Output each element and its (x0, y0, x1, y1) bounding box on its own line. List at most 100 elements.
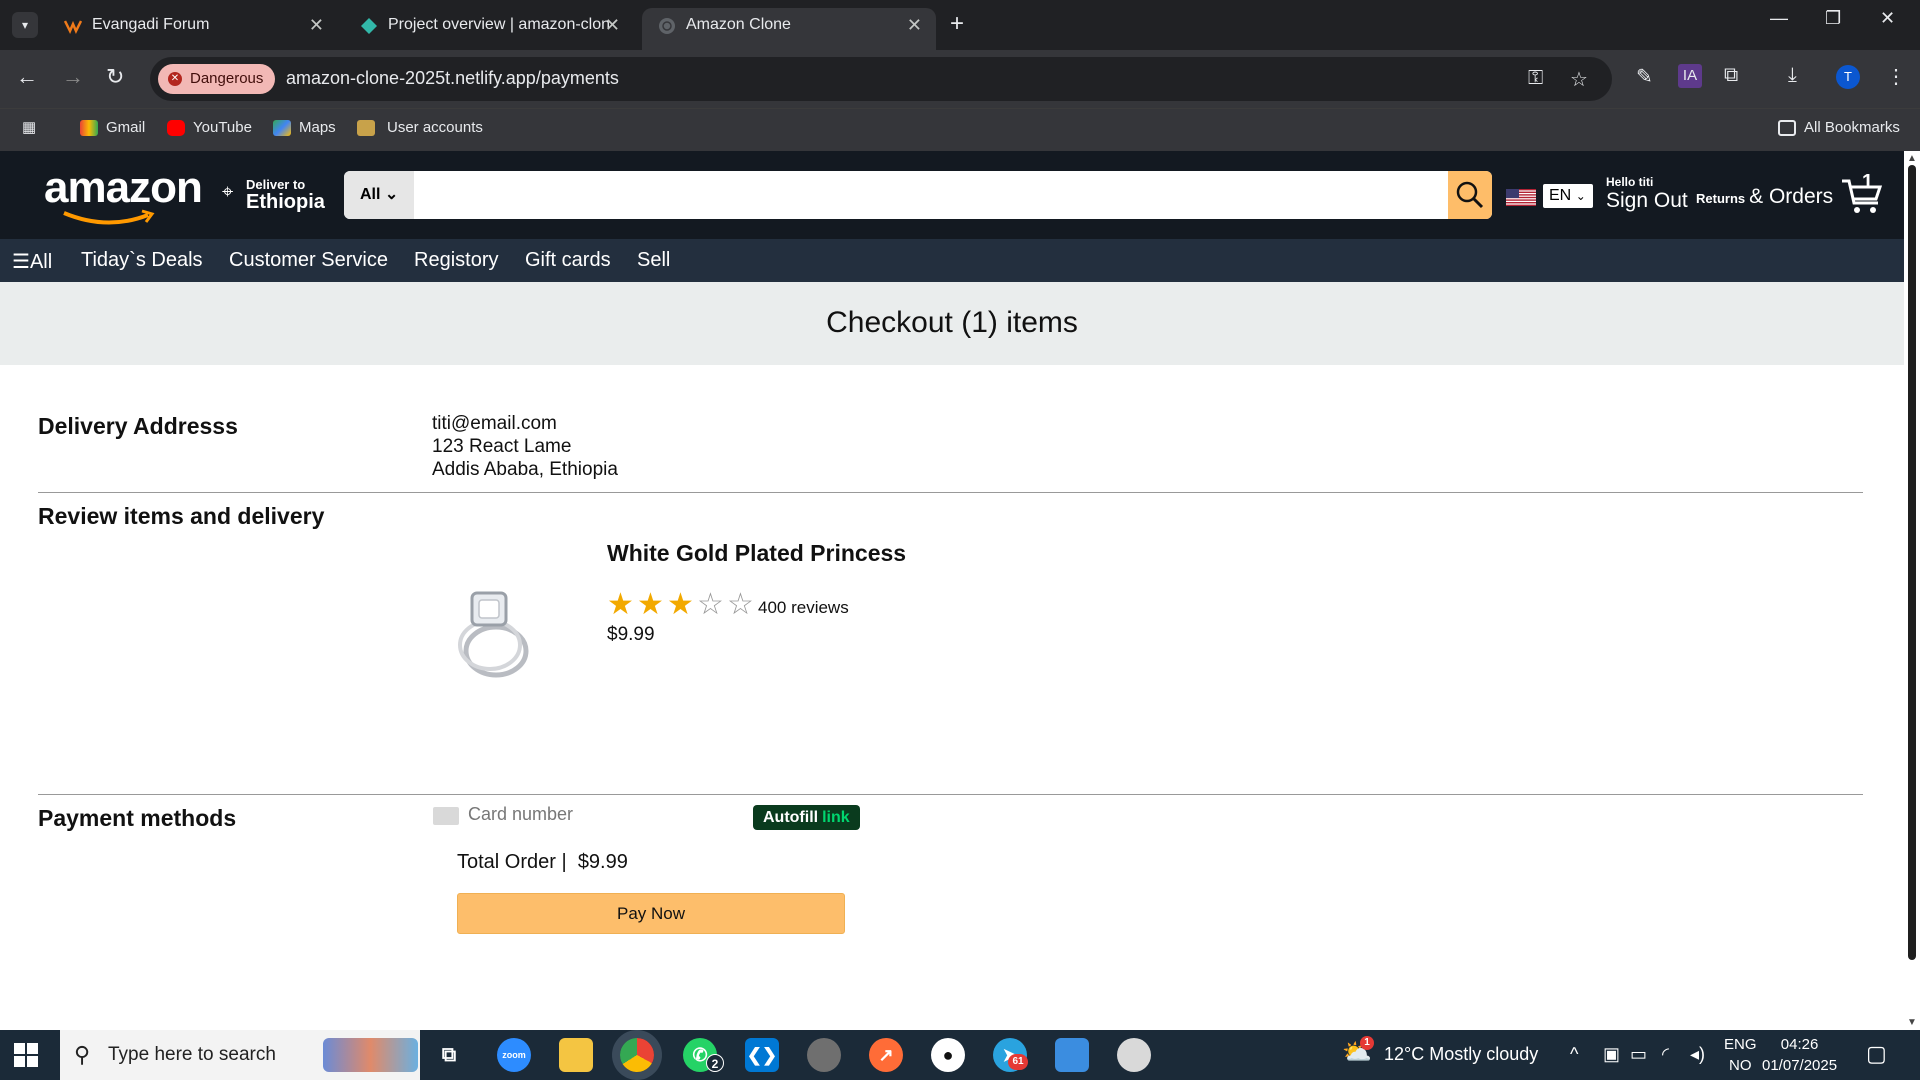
nav-todays-deals[interactable]: Tiday`s Deals (81, 249, 203, 272)
eyedropper-icon[interactable]: ✎ (1636, 64, 1653, 89)
chrome-icon[interactable] (620, 1038, 654, 1072)
password-key-icon[interactable]: ⚿ (1528, 67, 1543, 90)
github-desktop-icon[interactable] (807, 1038, 841, 1072)
bookmark-maps[interactable]: Maps (273, 116, 336, 140)
github-icon[interactable]: ● (931, 1038, 965, 1072)
close-tab-icon[interactable]: ✕ (907, 8, 922, 42)
evangadi-icon (64, 20, 82, 34)
extensions-puzzle-icon[interactable]: ⧉ (1724, 64, 1738, 87)
security-badge-label: Dangerous (190, 70, 264, 87)
pay-now-button[interactable]: Pay Now (457, 893, 845, 934)
language-label: EN (1549, 187, 1572, 204)
postman-icon[interactable]: ↗ (869, 1038, 903, 1072)
lang-bottom: NO (1729, 1057, 1752, 1074)
product-image[interactable] (450, 585, 540, 685)
extension-ia-icon[interactable]: IA (1678, 64, 1702, 88)
tab-netlify[interactable]: Project overview | amazon-clon ✕ (344, 8, 634, 50)
url-text[interactable]: amazon-clone-2025t.netlify.app/payments (286, 68, 619, 89)
location-pin-icon: ⌖ (222, 181, 234, 203)
back-icon[interactable]: ← (16, 64, 38, 90)
search-input[interactable] (414, 171, 1420, 219)
account-signout[interactable]: Hello titi Sign Out (1606, 175, 1688, 213)
nav-registry[interactable]: Registory (414, 249, 498, 272)
restore-icon[interactable]: ❐ (1825, 8, 1841, 29)
autofill-label: Autofill (763, 809, 819, 826)
tab-title: Evangadi Forum (92, 16, 210, 33)
search-category-select[interactable]: All ⌄ (344, 171, 414, 219)
bookmark-gmail[interactable]: Gmail (80, 116, 145, 140)
danger-icon: ✕ (168, 72, 182, 86)
minimize-icon[interactable]: — (1770, 8, 1788, 29)
taskbar-search-placeholder: Type here to search (108, 1044, 276, 1065)
all-bookmarks-folder[interactable]: All Bookmarks (1778, 116, 1900, 140)
chevron-down-icon: ⌄ (1575, 189, 1586, 203)
volume-icon[interactable]: ◂) (1690, 1044, 1705, 1065)
input-language[interactable]: ENG NO (1724, 1034, 1757, 1076)
telegram-badge: 61 (1008, 1054, 1028, 1070)
tab-amazon-clone[interactable]: Amazon Clone ✕ (642, 8, 936, 50)
tab-evangadi[interactable]: Evangadi Forum ✕ (48, 8, 338, 50)
forward-icon[interactable]: → (62, 64, 84, 90)
address-city: Addis Ababa, Ethiopia (432, 459, 618, 480)
tray-device-icon[interactable]: ▣ (1603, 1044, 1620, 1065)
close-window-icon[interactable]: ✕ (1880, 8, 1895, 29)
nav-customer-service[interactable]: Customer Service (229, 249, 388, 272)
scroll-thumb[interactable] (1908, 165, 1916, 960)
amazon-logo[interactable]: amazon (44, 163, 203, 213)
scroll-up-icon[interactable]: ▲ (1907, 153, 1917, 164)
download-icon[interactable]: ⤓ (1788, 64, 1797, 87)
search-highlight-image (323, 1038, 418, 1072)
wifi-icon[interactable]: ◜ (1662, 1044, 1669, 1065)
hello-user: Hello titi (1606, 175, 1654, 189)
search-button[interactable] (1448, 171, 1492, 219)
battery-icon[interactable]: ▭ (1630, 1044, 1647, 1065)
card-number-input[interactable]: Card number (468, 804, 573, 825)
snipping-tool-icon[interactable] (1117, 1038, 1151, 1072)
task-view-icon[interactable]: ⧉ (432, 1038, 466, 1072)
security-badge[interactable]: ✕ Dangerous (158, 64, 276, 94)
delivery-address: titi@email.com 123 React Lame Addis Abab… (432, 412, 618, 481)
notifications-icon[interactable]: ▢ (1866, 1041, 1887, 1067)
new-tab-icon[interactable]: + (950, 10, 964, 38)
checkout-title: Checkout (1) items (826, 306, 1078, 339)
product-title[interactable]: White Gold Plated Princess (607, 540, 906, 567)
taskbar-clock[interactable]: 04:26 01/07/2025 (1762, 1034, 1837, 1076)
search-category-label: All (360, 186, 381, 203)
tab-search-button[interactable]: ▾ (12, 12, 38, 38)
nav-all-menu[interactable]: ☰All (12, 249, 52, 274)
checkout-banner: Checkout (1) items (0, 282, 1904, 365)
scroll-down-icon[interactable]: ▼ (1907, 1017, 1917, 1028)
nav-sell[interactable]: Sell (637, 249, 670, 272)
payment-methods-heading: Payment methods (38, 805, 237, 831)
weather-badge: 1 (1360, 1036, 1374, 1050)
lang-top: ENG (1724, 1036, 1757, 1053)
apps-grid-icon[interactable]: ▦ (22, 116, 36, 140)
windows-start-icon[interactable] (14, 1043, 38, 1067)
page-scrollbar[interactable]: ▲ ▼ (1904, 151, 1920, 1030)
tray-chevron-icon[interactable]: ^ (1570, 1044, 1578, 1065)
chevron-down-icon: ⌄ (384, 186, 399, 203)
close-tab-icon[interactable]: ✕ (309, 8, 324, 42)
reload-icon[interactable]: ↻ (106, 64, 124, 90)
file-explorer-icon[interactable] (559, 1038, 593, 1072)
star-filled-icon: ★ (607, 588, 634, 621)
returns-orders-link[interactable]: Returns & Orders (1696, 185, 1833, 209)
star-empty-icon: ☆ (697, 588, 724, 621)
nav-gift-cards[interactable]: Gift cards (525, 249, 611, 272)
menu-kebab-icon[interactable]: ⋮ (1886, 64, 1906, 89)
total-value: $9.99 (577, 851, 628, 873)
browser-chrome: ▾ Evangadi Forum ✕ Project overview | am… (0, 0, 1920, 151)
vscode-icon[interactable]: ❮❯ (745, 1038, 779, 1072)
language-select[interactable]: EN ⌄ (1543, 184, 1593, 208)
zoom-icon[interactable]: zoom (497, 1038, 531, 1072)
address-bar[interactable]: ✕ Dangerous amazon-clone-2025t.netlify.a… (150, 57, 1612, 101)
profile-avatar[interactable]: T (1836, 65, 1860, 89)
autofill-link-button[interactable]: Autofill link (753, 805, 860, 830)
bookmark-star-icon[interactable]: ☆ (1570, 67, 1588, 92)
weather-text[interactable]: 12°C Mostly cloudy (1384, 1044, 1538, 1065)
close-tab-icon[interactable]: ✕ (605, 8, 620, 42)
paint-icon[interactable] (1055, 1038, 1089, 1072)
bookmark-user-accounts[interactable]: User accounts (357, 116, 483, 140)
sub-navigation: ☰All Tiday`s Deals Customer Service Regi… (0, 239, 1904, 282)
bookmark-youtube[interactable]: YouTube (167, 116, 252, 140)
